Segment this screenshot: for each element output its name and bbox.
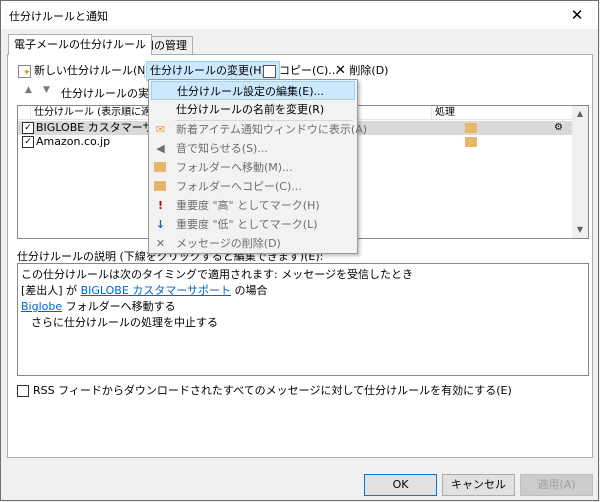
tab-label: 電子メールの仕分けルール: [14, 38, 146, 51]
change-rule-menu: 仕分けルール設定の編集(E)... 仕分けルールの名前を変更(R) ✉ 新着アイテ…: [148, 79, 367, 254]
new-rule-label: 新しい仕分けルール(N)...: [34, 64, 161, 77]
tab-email-rules[interactable]: 電子メールの仕分けルール: [8, 34, 152, 55]
ok-button[interactable]: OK: [364, 474, 437, 496]
description-line: この仕分けルールは次のタイミングで適用されます: メッセージを受信したとき: [21, 268, 413, 281]
menu-item-rename-rule[interactable]: 仕分けルールの名前を変更(R): [151, 100, 355, 119]
menu-item-play-sound[interactable]: ◀ 音で知らせる(S)...: [151, 139, 355, 158]
exception-icon: ⚙: [554, 122, 563, 133]
folder-move-icon: [465, 137, 477, 147]
header-action[interactable]: 処理: [435, 106, 455, 119]
toolbar-divider: [144, 64, 145, 78]
rule-enabled-checkbox[interactable]: ✓: [22, 136, 34, 148]
delete-x-icon: ✕: [335, 63, 346, 78]
move-up-arrow-icon[interactable]: ▲: [25, 85, 32, 95]
change-rule-button[interactable]: 仕分けルールの変更(H) ▼: [146, 61, 280, 81]
apply-button[interactable]: 適用(A): [520, 474, 593, 496]
menu-item-mark-high[interactable]: ! 重要度 "高" としてマーク(H): [151, 196, 355, 215]
folder-link[interactable]: Biglobe: [21, 300, 62, 313]
menu-item-label: 新着アイテム通知ウィンドウに表示(A): [176, 123, 368, 136]
menu-item-label: 重要度 "低" としてマーク(L): [176, 218, 318, 231]
speaker-icon: ◀: [156, 142, 165, 155]
delete-x-icon: ✕: [155, 237, 166, 250]
menu-item-delete-message[interactable]: ✕ メッセージの削除(D): [151, 234, 355, 253]
rss-label: RSS フィードからダウンロードされたすべてのメッセージに対して仕分けルールを有…: [33, 384, 512, 397]
header-rule-name[interactable]: 仕分けルール (表示順に適用: [34, 106, 161, 119]
menu-item-label: 仕分けルール設定の編集(E)...: [177, 85, 325, 98]
menu-item-mark-low[interactable]: ↓ 重要度 "低" としてマーク(L): [151, 215, 355, 234]
vertical-scrollbar[interactable]: ▲ ▼: [572, 106, 588, 238]
menu-item-label: フォルダーへコピー(C)...: [176, 180, 302, 193]
rule-name: Amazon.co.jp: [36, 135, 111, 148]
header-divider: [30, 106, 31, 119]
description-line: Biglobe フォルダーへ移動する: [21, 299, 585, 315]
menu-item-label: メッセージの削除(D): [176, 237, 281, 250]
menu-item-move-to-folder[interactable]: フォルダーへ移動(M)...: [151, 158, 355, 177]
copy-icon: [263, 64, 276, 78]
cancel-button[interactable]: キャンセル: [442, 474, 515, 496]
exclamation-icon: !: [157, 199, 164, 212]
menu-item-edit-rule[interactable]: 仕分けルール設定の編集(E)...: [151, 81, 355, 100]
menu-item-new-item-alert[interactable]: ✉ 新着アイテム通知ウィンドウに表示(A): [151, 120, 367, 139]
menu-item-label: 重要度 "高" としてマーク(H): [176, 199, 320, 212]
close-icon[interactable]: ✕: [565, 4, 589, 26]
folder-move-icon: [154, 162, 166, 172]
header-divider: [431, 106, 432, 119]
rss-checkbox[interactable]: [17, 385, 29, 397]
menu-item-label: 仕分けルールの名前を変更(R): [176, 103, 325, 116]
copy-label: コピー(C)...: [279, 64, 339, 77]
sender-link[interactable]: BIGLOBE カスタマーサポート: [81, 284, 231, 297]
description-line: [差出人] が BIGLOBE カスタマーサポート の場合: [21, 283, 585, 299]
move-down-arrow-icon[interactable]: ▼: [43, 85, 50, 95]
menu-item-copy-to-folder[interactable]: フォルダーへコピー(C)...: [151, 177, 355, 196]
rule-enabled-checkbox[interactable]: ✓: [22, 122, 34, 134]
description-text: [差出人] が: [21, 284, 81, 297]
title-bar: 仕分けルールと通知 ✕: [1, 1, 598, 29]
new-rule-icon: ✦: [18, 64, 31, 78]
change-rule-label: 仕分けルールの変更(H): [150, 64, 266, 77]
scroll-down-icon[interactable]: ▼: [572, 222, 588, 238]
delete-label: 削除(D): [349, 64, 389, 77]
window-title: 仕分けルールと通知: [9, 10, 108, 23]
new-rule-button[interactable]: ✦ 新しい仕分けルール(N)...: [18, 61, 160, 81]
envelope-icon: ✉: [155, 123, 166, 136]
folder-copy-icon: [154, 181, 166, 191]
rss-rules-option[interactable]: RSS フィードからダウンロードされたすべてのメッセージに対して仕分けルールを有…: [17, 382, 512, 398]
copy-button[interactable]: コピー(C)...: [263, 61, 339, 81]
down-arrow-icon: ↓: [155, 218, 166, 231]
menu-item-label: フォルダーへ移動(M)...: [176, 161, 293, 174]
folder-move-icon: [465, 123, 477, 133]
description-text: の場合: [231, 284, 268, 297]
rules-and-alerts-dialog: 仕分けルールと通知 ✕ 電子メールの仕分けルール 通知の管理 ✦ 新しい仕分けルー…: [0, 0, 599, 501]
description-line: さらに仕分けルールの処理を中止する: [31, 316, 218, 329]
rule-description-box: この仕分けルールは次のタイミングで適用されます: メッセージを受信したとき [差…: [17, 263, 589, 376]
scroll-up-icon[interactable]: ▲: [572, 106, 588, 122]
description-text: フォルダーへ移動する: [62, 300, 176, 313]
delete-button[interactable]: ✕ 削除(D): [335, 61, 388, 81]
menu-item-label: 音で知らせる(S)...: [176, 142, 268, 155]
